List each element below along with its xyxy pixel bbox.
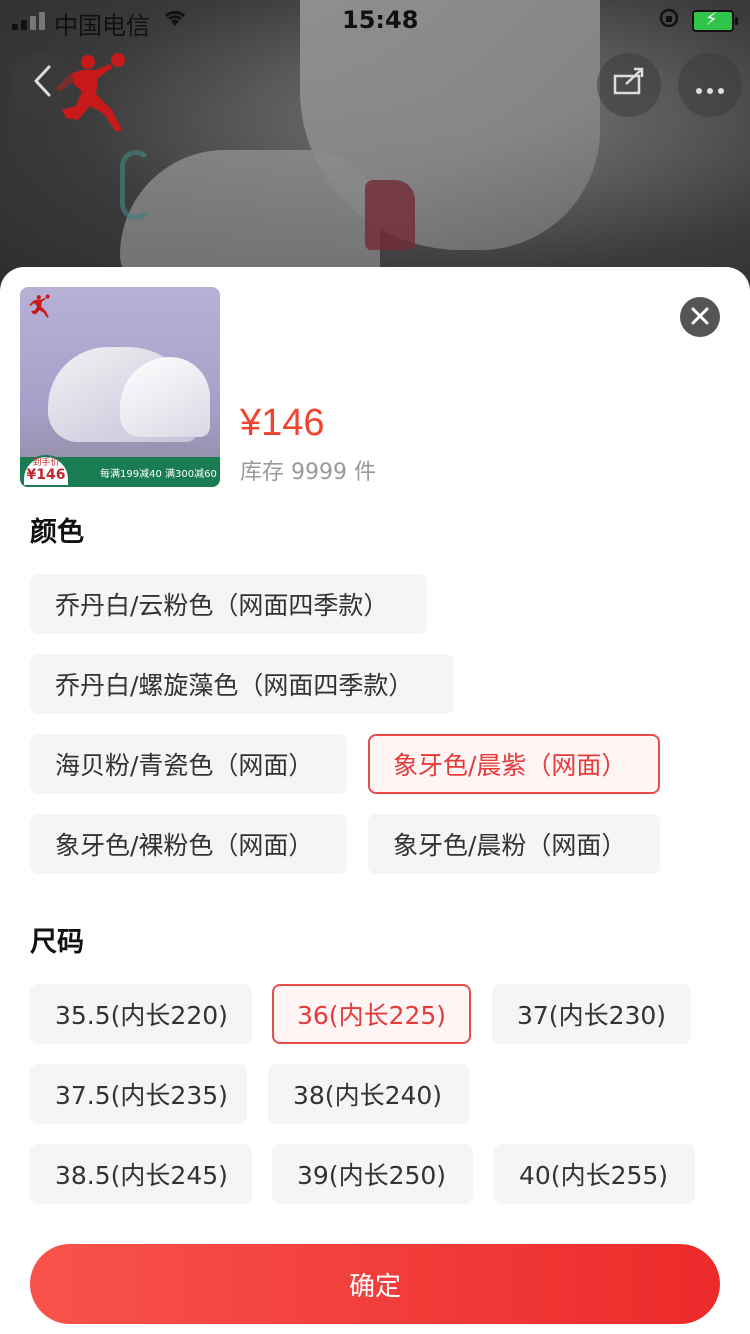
confirm-button[interactable]: 确定 (30, 1244, 720, 1324)
size-option[interactable]: 38.5(内长245) (30, 1144, 252, 1204)
color-option[interactable]: 乔丹白/螺旋藻色（网面四季款） (30, 654, 454, 714)
thumb-price-badge: 到手价 ¥146 (22, 455, 70, 487)
battery-icon: ⚡ (692, 9, 738, 32)
size-option-selected[interactable]: 36(内长225) (272, 984, 471, 1044)
more-icon (695, 68, 725, 103)
size-option[interactable]: 35.5(内长220) (30, 984, 252, 1044)
size-option[interactable]: 37.5(内长235) (30, 1064, 247, 1124)
close-button[interactable] (680, 297, 720, 337)
size-section-title: 尺码 (30, 927, 84, 958)
wifi-icon (162, 8, 188, 34)
share-icon (612, 66, 646, 104)
modal-overlay[interactable] (0, 0, 750, 300)
size-option[interactable]: 37(内长230) (492, 984, 691, 1044)
color-option[interactable]: 海贝粉/青瓷色（网面） (30, 734, 347, 794)
size-option[interactable]: 38(内长240) (268, 1064, 470, 1124)
back-icon (31, 64, 53, 107)
close-icon (689, 301, 711, 334)
color-option-selected[interactable]: 象牙色/晨紫（网面） (368, 734, 660, 794)
product-stock: 库存 9999 件 (240, 460, 376, 485)
signal-icon (12, 12, 45, 30)
clock: 15:48 (342, 6, 419, 34)
more-button[interactable] (678, 53, 742, 117)
share-button[interactable] (597, 53, 661, 117)
color-option[interactable]: 象牙色/晨粉（网面） (368, 814, 660, 874)
color-section-title: 颜色 (30, 517, 84, 548)
rotation-lock-icon (658, 7, 680, 34)
product-price: ¥146 (240, 402, 325, 444)
carrier-label: 中国电信 (54, 12, 150, 40)
size-option[interactable]: 39(内长250) (272, 1144, 473, 1204)
color-option[interactable]: 乔丹白/云粉色（网面四季款） (30, 574, 427, 634)
product-thumbnail[interactable]: 每满199减40 满300减60 到手价 ¥146 (20, 287, 220, 487)
thumb-brand-logo-icon (28, 293, 52, 325)
back-button[interactable] (10, 53, 74, 117)
size-option[interactable]: 40(内长255) (494, 1144, 695, 1204)
color-option[interactable]: 象牙色/裸粉色（网面） (30, 814, 347, 874)
thumb-badge-price: ¥146 (26, 467, 66, 483)
status-bar: 中国电信 15:48 ⚡ (0, 0, 750, 40)
